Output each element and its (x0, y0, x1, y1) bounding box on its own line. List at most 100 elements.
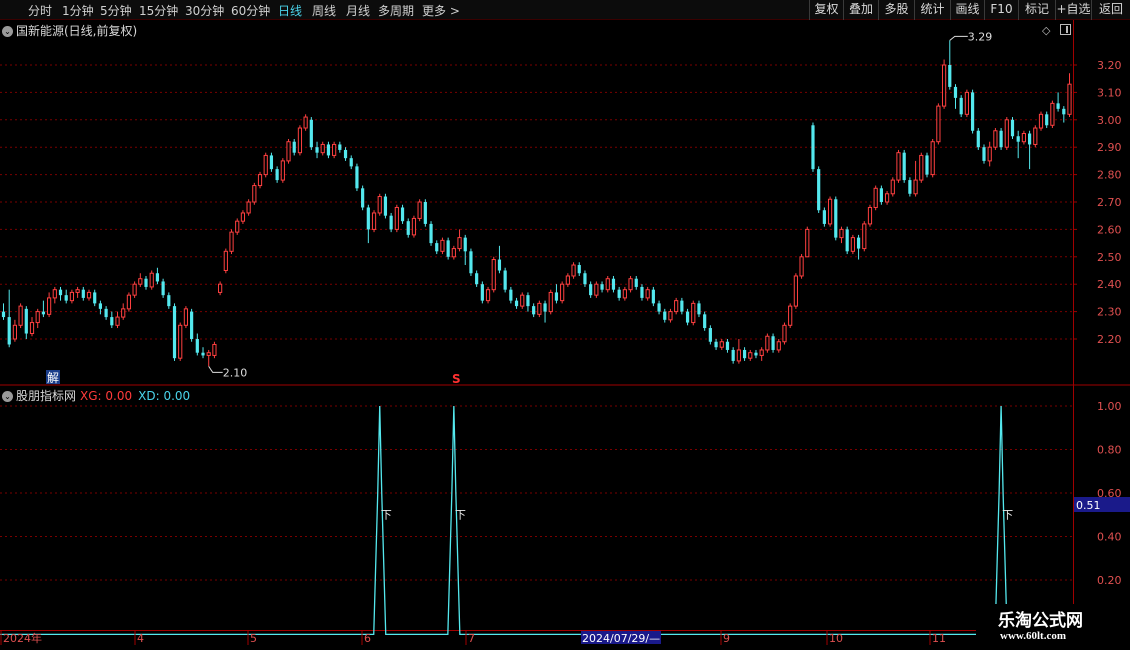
candle-body (1038, 113, 1044, 129)
candle-body (890, 179, 895, 195)
candle-body (782, 324, 787, 343)
candle-body (867, 206, 873, 225)
candle-body (485, 289, 491, 302)
candle-body (58, 289, 63, 296)
toolbar-button-3[interactable]: 统计 (914, 0, 950, 20)
candle-body (589, 284, 593, 296)
candle-body (719, 341, 724, 348)
toolbar-button-4[interactable]: 画线 (950, 0, 984, 20)
candle-body (429, 223, 433, 244)
toolbar-button-2[interactable]: 多股 (878, 0, 914, 20)
candle-body (98, 303, 103, 309)
candle-body (457, 237, 462, 250)
signal-marker: 下 (1002, 509, 1013, 522)
candle-body (138, 278, 143, 285)
chart-canvas[interactable]: 2.20 2.30 2.40 2.50 2.60 2.70 2.80 2.90 3.00 3.10… (0, 0, 1130, 650)
candle-body (400, 207, 405, 222)
diamond-icon[interactable]: ◇ (1042, 24, 1050, 37)
candle-body (104, 308, 108, 318)
candle-body (503, 270, 507, 290)
candle-body (297, 127, 303, 154)
candle-body (731, 349, 735, 361)
candle-body (263, 154, 268, 176)
candle-body (948, 65, 952, 87)
candle-body (611, 278, 616, 290)
timeframe-tab-8[interactable]: 月线 (346, 2, 370, 19)
candle-body (577, 265, 581, 274)
candle-body (805, 228, 810, 258)
candle-body (976, 130, 980, 148)
candle-body (24, 308, 28, 334)
chevron-down-icon[interactable]: ⌄ (2, 391, 13, 402)
candle-body (571, 264, 576, 277)
candle-body (634, 278, 638, 287)
unlock-marker: 解 (47, 371, 59, 385)
candle-body (913, 179, 918, 195)
candle-body (52, 289, 57, 299)
candle-body (714, 341, 718, 348)
candle-body (1062, 108, 1066, 115)
candle-body (548, 291, 553, 313)
candle-body (18, 305, 23, 326)
indicator-tick-label: 0.40 (1097, 531, 1122, 544)
candle-body (1010, 119, 1015, 137)
candle-body (132, 283, 137, 296)
candle-body (663, 311, 667, 320)
candle-body (126, 294, 132, 310)
candle-body (748, 352, 753, 359)
candle-body (879, 188, 883, 202)
toolbar-button-0[interactable]: 复权 (809, 0, 843, 20)
toolbar: 分时 1分钟 5分钟 15分钟 30分钟 60分钟 日线 周线 月线 多周期 更多 > 复权 叠加 多股统… (0, 0, 1130, 20)
candle-body (349, 158, 353, 167)
timeframe-tab-6[interactable]: 日线 (278, 2, 302, 19)
timeframe-tab-10[interactable]: 更多 > (422, 2, 460, 19)
timeframe-tab-1[interactable]: 1分钟 (62, 2, 94, 19)
candle-body (480, 284, 484, 301)
candle-body (793, 275, 798, 307)
toolbar-button-1[interactable]: 叠加 (843, 0, 878, 20)
candle-body (149, 272, 154, 288)
chevron-down-icon[interactable]: ⌄ (2, 26, 13, 37)
candle-body (371, 212, 377, 230)
candle-body (35, 311, 40, 324)
timeframe-tab-7[interactable]: 周线 (312, 2, 336, 19)
timeframe-tab-3[interactable]: 15分钟 (139, 2, 178, 19)
candle-body (469, 251, 473, 274)
timeframe-tab-0[interactable]: 分时 (28, 2, 52, 19)
candle-body (645, 289, 650, 299)
candle-body (315, 147, 319, 153)
toolbar-button-5[interactable]: F10 (984, 0, 1018, 20)
candle-body (223, 250, 228, 272)
candle-body (355, 166, 359, 189)
toolbar-button-7[interactable]: +自选 (1055, 0, 1091, 20)
candle-body (908, 180, 912, 194)
timeframe-tab-5[interactable]: 60分钟 (231, 2, 270, 19)
candle-body (822, 210, 826, 224)
candle-body (941, 64, 947, 107)
candle-body (235, 220, 240, 233)
current-value-label: 0.51 (1076, 499, 1101, 512)
candle-body (799, 256, 804, 277)
price-panel-title[interactable]: ⌄ 国新能源(日线,前复权) (2, 22, 137, 39)
price-tick-label: 3.10 (1097, 86, 1122, 99)
candle-body (514, 300, 519, 307)
timeframe-tab-9[interactable]: 多周期 (378, 2, 414, 19)
candle-body (240, 212, 246, 222)
timeframe-tab-2[interactable]: 5分钟 (100, 2, 132, 19)
indicator-panel-title[interactable]: ⌄ 股朋指标网 XG: 0.00 XD: 0.00 (2, 387, 190, 404)
signal-marker: 下 (455, 509, 466, 522)
candle-body (144, 278, 148, 287)
candle-body (754, 352, 758, 356)
toolbar-button-8[interactable]: 返回 (1091, 0, 1130, 20)
candle-body (195, 339, 199, 353)
candle-body (708, 328, 712, 342)
candle-body (64, 295, 68, 301)
low-label: 2.10 (223, 366, 248, 379)
toolbar-button-6[interactable]: 标记 (1018, 0, 1055, 20)
panel-layout-icon[interactable] (1060, 24, 1071, 35)
candle-body (1021, 133, 1026, 143)
candle-body (873, 187, 878, 208)
candle-body (86, 291, 92, 299)
price-tick-label: 2.70 (1097, 196, 1122, 209)
timeframe-tab-4[interactable]: 30分钟 (185, 2, 224, 19)
